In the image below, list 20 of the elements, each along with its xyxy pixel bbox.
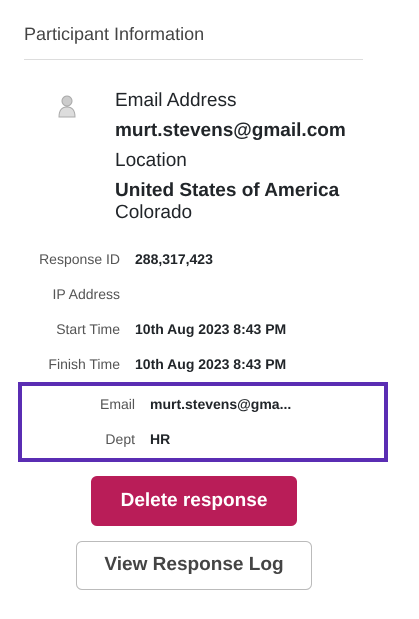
detail-label: Finish Time (47, 355, 120, 374)
detail-label: Response ID (38, 250, 120, 269)
field-value: United States of America (115, 179, 340, 203)
detail-value: 288,317,423 (135, 250, 213, 269)
detail-label: Email (98, 395, 135, 414)
detail-value: murt.stevens@gma... (150, 395, 292, 414)
detail-label: IP Address (52, 285, 120, 304)
delete-button[interactable]: Delete response (91, 476, 297, 526)
detail-value: 10th Aug 2023 8:43 PM (135, 320, 286, 339)
field-value: Colorado (115, 202, 194, 224)
field-label: Location (115, 149, 188, 173)
section-heading: Participant Information (24, 21, 363, 60)
detail-value: 10th Aug 2023 8:43 PM (135, 355, 286, 374)
detail-label: Start Time (55, 320, 120, 339)
view-log-button[interactable]: View Response Log (76, 541, 312, 590)
field-label: Email Address (115, 89, 238, 113)
detail-value: HR (150, 430, 170, 449)
person-icon (58, 94, 76, 118)
detail-label: Dept (104, 430, 135, 449)
field-value: murt.stevens@gmail.com (115, 119, 346, 143)
